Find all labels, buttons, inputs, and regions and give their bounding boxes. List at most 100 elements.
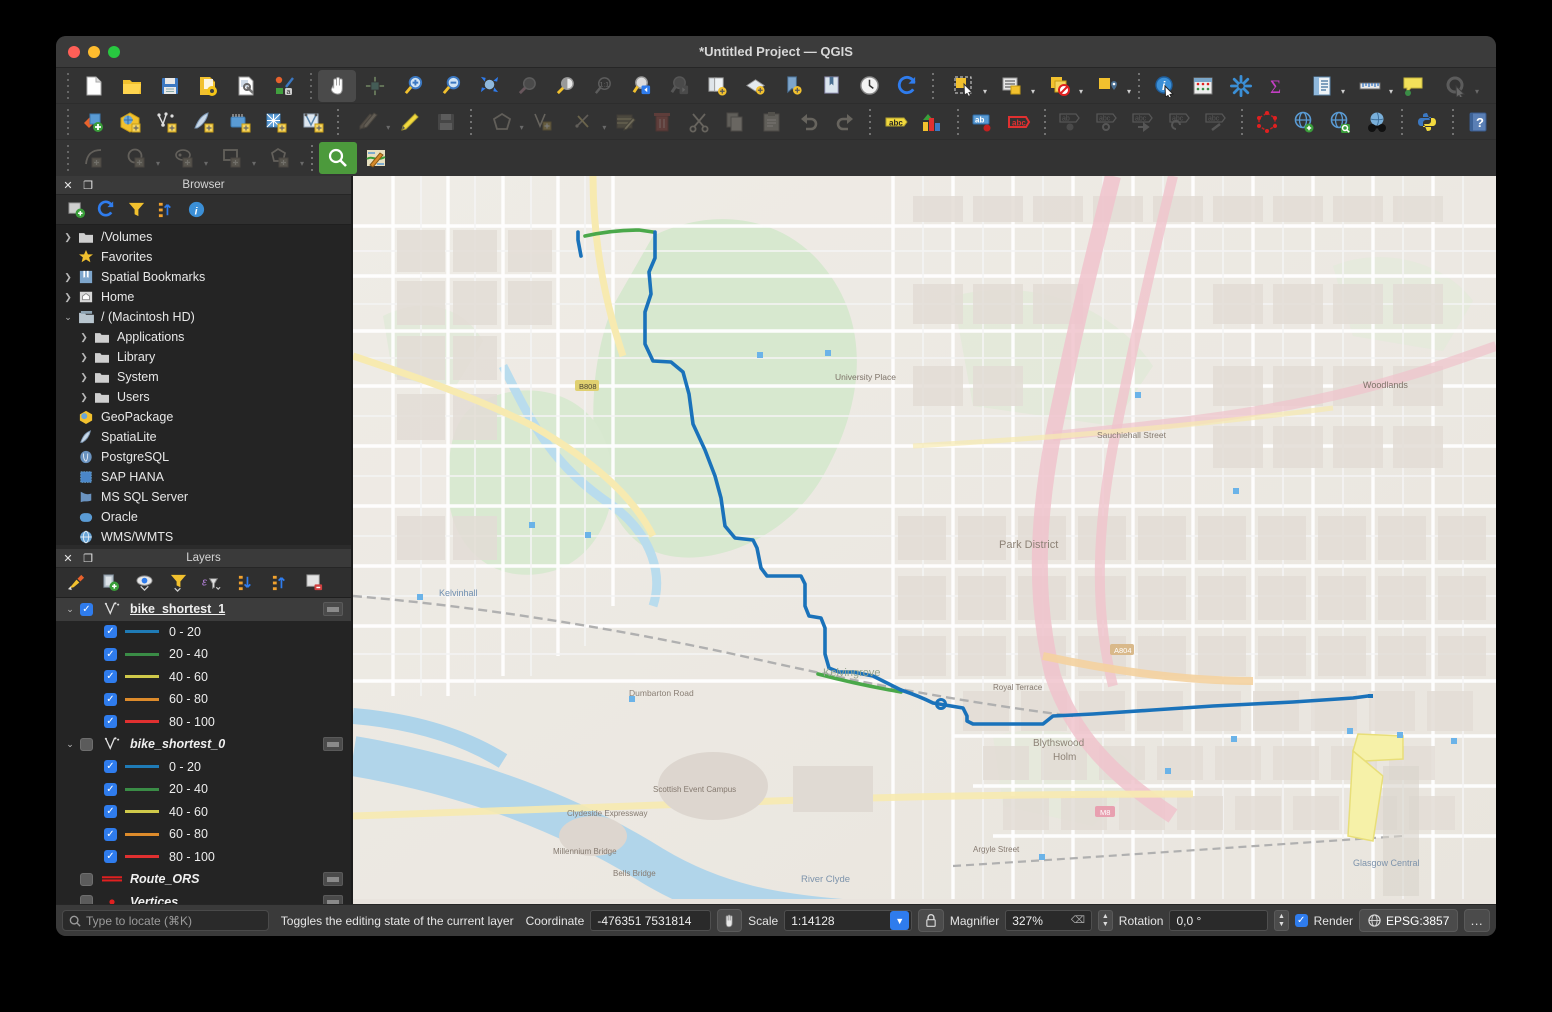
layer-item-bike-shortest-1[interactable]: ⌄ ✓ bike_shortest_1 xyxy=(56,598,351,621)
toolbar-grip[interactable] xyxy=(63,145,72,171)
service-area-icon[interactable]: ▾ xyxy=(161,142,209,174)
field-calculator-icon[interactable]: ▾ xyxy=(1298,70,1346,102)
new-gpx-layer-icon[interactable] xyxy=(294,106,331,138)
new-memory-layer-icon[interactable] xyxy=(221,106,258,138)
layer-edit-indicator[interactable] xyxy=(323,737,343,751)
legend-class-checkbox[interactable]: ✓ xyxy=(104,760,117,774)
browser-item-home[interactable]: ❯ Home xyxy=(56,287,351,307)
expand-arrow-icon[interactable]: ❯ xyxy=(60,232,76,243)
browser-item-spatialite[interactable]: SpatiaLite xyxy=(56,427,351,447)
map-tips-icon[interactable] xyxy=(1394,70,1432,102)
legend-class-checkbox[interactable]: ✓ xyxy=(104,647,117,661)
chevron-down-icon[interactable]: ▾ xyxy=(1389,87,1393,96)
legend-class-checkbox[interactable]: ✓ xyxy=(104,670,117,684)
browser-item-ms-sql-server[interactable]: MS SQL Server xyxy=(56,487,351,507)
expand-arrow-icon[interactable]: ❯ xyxy=(76,372,92,383)
layer-visibility-checkbox[interactable] xyxy=(80,737,93,751)
undock-icon[interactable]: ❐ xyxy=(80,177,96,193)
filter-legend-by-expression-icon[interactable]: ε xyxy=(198,571,226,595)
legend-class-checkbox[interactable]: ✓ xyxy=(104,850,117,864)
legend-class-item[interactable]: ✓ 80 - 100 xyxy=(56,846,351,869)
maximize-window-button[interactable] xyxy=(108,45,120,58)
undo-icon[interactable] xyxy=(790,106,827,138)
manage-map-themes-icon[interactable] xyxy=(130,571,158,595)
layers-tree[interactable]: ⌄ ✓ bike_shortest_1 ✓ 0 - 20 ✓ 20 - 40 ✓ 40 - 60… xyxy=(56,598,351,904)
layer-visibility-checkbox[interactable] xyxy=(80,872,93,886)
chevron-down-icon[interactable]: ▾ xyxy=(602,123,606,132)
close-icon[interactable]: ✕ xyxy=(60,550,76,566)
rotate-label-icon[interactable]: abc xyxy=(1161,106,1198,138)
chevron-down-icon[interactable]: ▾ xyxy=(252,160,256,168)
add-polygon-feature-icon[interactable]: ▾ xyxy=(478,106,524,138)
zoom-to-selection-icon[interactable] xyxy=(508,70,546,102)
current-edits-icon[interactable]: ▾ xyxy=(345,106,391,138)
add-group-icon[interactable] xyxy=(96,571,124,595)
snapping-toolbar-icon[interactable] xyxy=(1249,106,1286,138)
modify-attributes-icon[interactable]: ▾ xyxy=(561,106,607,138)
add-layer-icon[interactable] xyxy=(62,198,90,222)
show-hide-label-toggle-icon[interactable]: abc xyxy=(1088,106,1125,138)
measure-line-icon[interactable]: ▾ xyxy=(1346,70,1394,102)
filter-legend-icon[interactable] xyxy=(164,571,192,595)
new-map-view-icon[interactable] xyxy=(698,70,736,102)
statistical-summary-icon[interactable]: Σ xyxy=(1260,70,1298,102)
temporal-controller-icon[interactable] xyxy=(850,70,888,102)
change-label-icon[interactable]: abc xyxy=(1198,106,1235,138)
remove-layer-icon[interactable] xyxy=(300,571,328,595)
refresh-icon[interactable] xyxy=(92,198,120,222)
map-canvas[interactable]: Kelvinhall Dumbarton Road University Pla… xyxy=(351,176,1496,904)
zoom-in-icon[interactable] xyxy=(394,70,432,102)
layer-edit-indicator[interactable] xyxy=(323,602,343,616)
layer-edit-indicator[interactable] xyxy=(323,872,343,886)
open-project-icon[interactable] xyxy=(113,70,151,102)
select-by-value-icon[interactable]: ▾ xyxy=(988,70,1036,102)
legend-class-checkbox[interactable]: ✓ xyxy=(104,692,117,706)
new-geopackage-layer-icon[interactable] xyxy=(112,106,149,138)
chevron-down-icon[interactable]: ▾ xyxy=(386,123,390,132)
expand-arrow-icon[interactable]: ❯ xyxy=(76,352,92,363)
openrouteservice-icon[interactable] xyxy=(357,142,395,174)
metasearch-icon[interactable] xyxy=(1358,106,1395,138)
python-console-icon[interactable] xyxy=(1409,106,1446,138)
layer-diagram-icon[interactable] xyxy=(914,106,951,138)
zoom-last-icon[interactable] xyxy=(622,70,660,102)
legend-class-checkbox[interactable]: ✓ xyxy=(104,827,117,841)
expand-arrow-icon[interactable]: ❯ xyxy=(60,292,76,303)
lock-scale-button[interactable] xyxy=(918,909,944,932)
new-shapefile-layer-icon[interactable] xyxy=(185,106,222,138)
layer-edit-indicator[interactable] xyxy=(323,894,343,904)
chevron-down-icon[interactable]: ▾ xyxy=(1341,87,1345,96)
chevron-down-icon[interactable]: ▾ xyxy=(983,87,987,96)
toolbar-grip[interactable] xyxy=(63,108,72,135)
browser-item-geopackage[interactable]: GeoPackage xyxy=(56,407,351,427)
minimize-window-button[interactable] xyxy=(88,45,100,58)
clear-magnifier-icon[interactable]: ⌫ xyxy=(1071,915,1085,926)
collapse-all-icon[interactable] xyxy=(266,571,294,595)
undock-icon[interactable]: ❐ xyxy=(80,550,96,566)
refresh-icon[interactable] xyxy=(888,70,926,102)
vertex-tool-icon[interactable] xyxy=(525,106,562,138)
zoom-next-icon[interactable] xyxy=(660,70,698,102)
new-project-icon[interactable] xyxy=(75,70,113,102)
zoom-out-icon[interactable] xyxy=(432,70,470,102)
chevron-down-icon[interactable]: ▾ xyxy=(204,160,208,168)
open-layer-styling-panel-icon[interactable] xyxy=(62,571,90,595)
extract-by-extent-icon[interactable]: ▾ xyxy=(209,142,257,174)
options-icon[interactable] xyxy=(1222,70,1260,102)
magnifier-stepper[interactable]: ▲ ▼ xyxy=(1098,910,1113,931)
chevron-down-icon[interactable]: ▾ xyxy=(520,123,524,132)
messages-button[interactable]: … xyxy=(1464,909,1490,932)
help-icon[interactable]: ? xyxy=(1460,106,1496,138)
browser-item-oracle[interactable]: Oracle xyxy=(56,507,351,527)
new-bookmark-icon[interactable] xyxy=(812,70,850,102)
deselect-features-icon[interactable]: ▾ xyxy=(1036,70,1084,102)
show-bookmarks-icon[interactable] xyxy=(774,70,812,102)
cut-features-icon[interactable] xyxy=(681,106,718,138)
select-by-location-icon[interactable]: ▾ xyxy=(1084,70,1132,102)
chevron-down-icon[interactable]: ▾ xyxy=(156,160,160,168)
expand-arrow-icon[interactable]: ❯ xyxy=(76,392,92,403)
crs-status-button[interactable]: EPSG:3857 xyxy=(1359,909,1459,932)
legend-class-item[interactable]: ✓ 40 - 60 xyxy=(56,801,351,824)
chevron-down-icon[interactable]: ▾ xyxy=(300,160,304,168)
delete-selected-icon[interactable] xyxy=(644,106,681,138)
